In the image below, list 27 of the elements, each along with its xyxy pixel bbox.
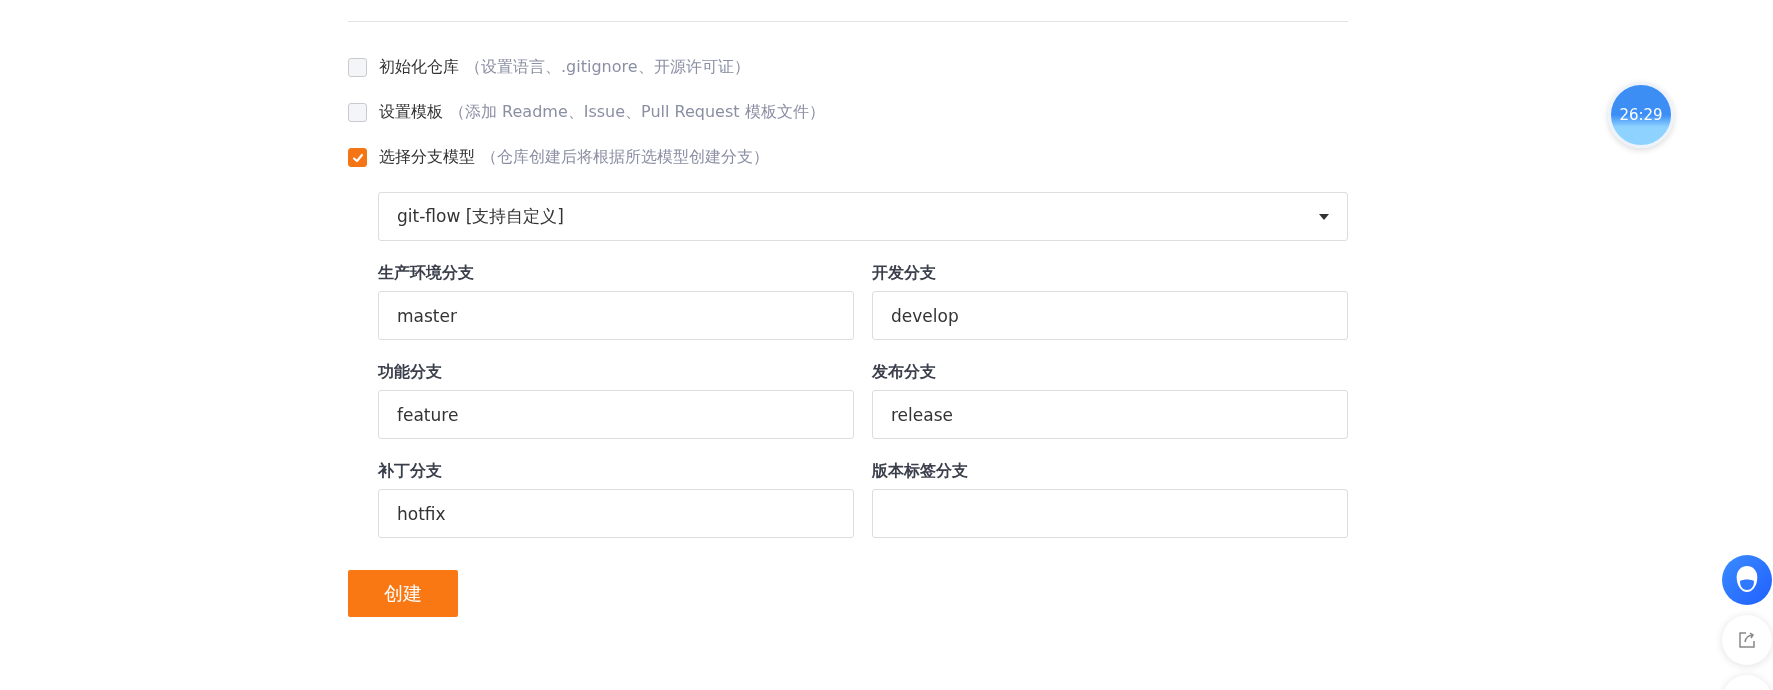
option-hint: （添加 Readme、Issue、Pull Request 模板文件）	[449, 102, 825, 123]
option-hint: （仓库创建后将根据所选模型创建分支）	[481, 147, 769, 168]
field-label: 开发分支	[872, 263, 937, 283]
option-label: 选择分支模型	[379, 147, 475, 168]
field-label: 版本标签分支	[872, 461, 969, 481]
option-label: 设置模板	[379, 102, 443, 123]
branch-model-select[interactable]: git-flow [支持自定义]	[378, 192, 1348, 241]
option-hint: （设置语言、.gitignore、开源许可证）	[465, 57, 750, 78]
input-field[interactable]: develop	[872, 291, 1348, 340]
check-icon	[351, 151, 364, 164]
checkbox[interactable]	[348, 58, 367, 77]
caret-icon	[1319, 213, 1329, 220]
input-field[interactable]: release	[872, 390, 1348, 439]
field-label: 发布分支	[872, 362, 937, 382]
checkbox[interactable]	[348, 103, 367, 122]
input-field[interactable]: master	[378, 291, 854, 340]
field-label: 功能分支	[378, 362, 443, 382]
avatar-icon[interactable]	[1722, 555, 1772, 605]
field-label: 生产环境分支	[378, 263, 475, 283]
field-label: 补丁分支	[378, 461, 443, 481]
checkbox[interactable]	[348, 148, 367, 167]
input-field[interactable]	[872, 489, 1348, 538]
share-icon	[1737, 630, 1757, 650]
share-button[interactable]	[1722, 615, 1772, 665]
input-field[interactable]: hotfix	[378, 489, 854, 538]
option-label: 初始化仓库	[379, 57, 459, 78]
input-field[interactable]: feature	[378, 390, 854, 439]
